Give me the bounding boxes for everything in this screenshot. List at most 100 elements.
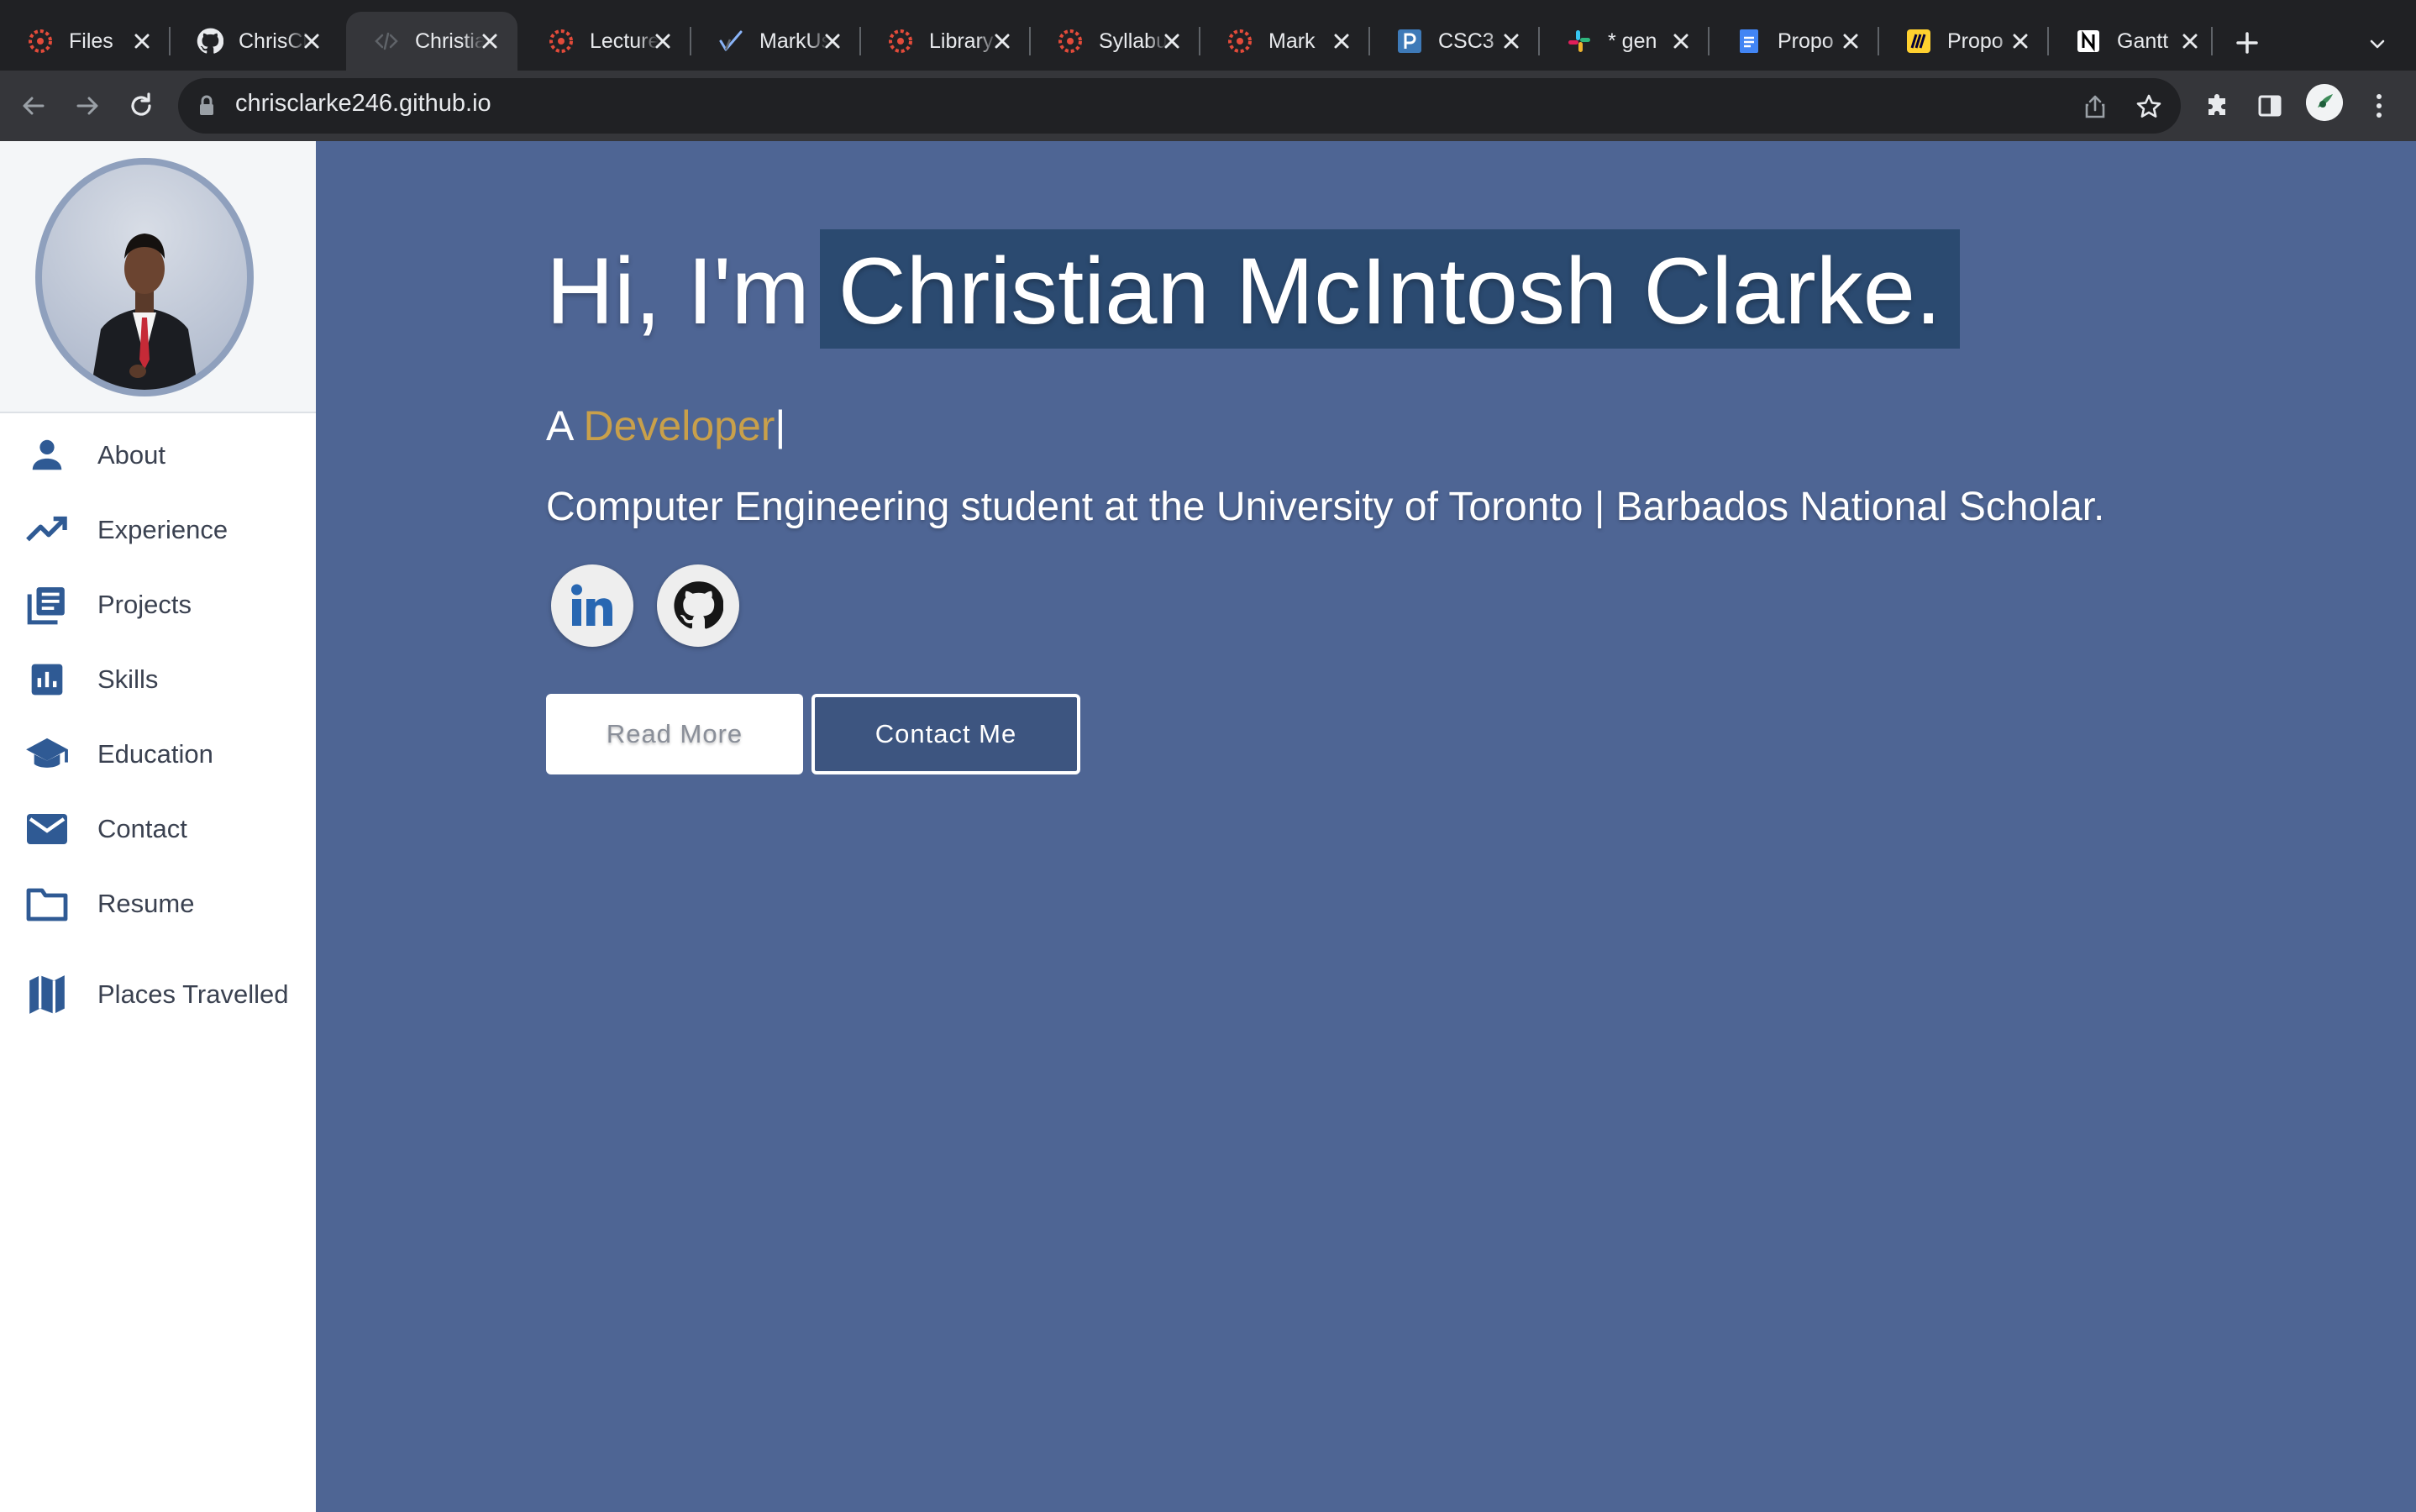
close-icon[interactable] xyxy=(1840,30,1862,52)
close-icon[interactable] xyxy=(1161,30,1183,52)
typing-cursor: | xyxy=(775,402,786,449)
share-icon[interactable] xyxy=(2078,90,2112,123)
sidebar-item-projects[interactable]: Projects xyxy=(0,568,316,642)
portfolio-page: About Experience Projects Skills Education Co… xyxy=(0,141,2416,1512)
docs-icon xyxy=(1736,28,1762,55)
tab-title: Lecture xyxy=(590,29,659,53)
canvas-icon xyxy=(887,28,914,55)
reload-icon xyxy=(131,92,151,116)
tab-title: Gantt xyxy=(2117,29,2169,53)
arrow-left-icon xyxy=(23,97,45,115)
github-icon xyxy=(197,28,223,55)
browser-tab[interactable]: Lecture xyxy=(521,12,691,71)
sidebar-item-label: Contact xyxy=(97,814,187,843)
tab-title: Mark xyxy=(1268,29,1316,53)
github-icon xyxy=(674,581,723,629)
sidebar-item-places-travelled[interactable]: Places Travelled xyxy=(0,958,316,1032)
browser-tab[interactable]: * gen xyxy=(1539,12,1709,71)
tab-title: CSC3 xyxy=(1438,29,1494,53)
sidebar-item-label: Skills xyxy=(97,664,159,694)
new-tab-button[interactable] xyxy=(2228,24,2266,62)
sidebar-item-skills[interactable]: Skills xyxy=(0,643,316,717)
extensions-puzzle-icon[interactable] xyxy=(2199,87,2236,124)
sidebar-item-label: Experience xyxy=(97,515,228,544)
hero-heading: Hi, I'm Christian McIntosh Clarke. xyxy=(546,229,1961,349)
contact-me-button[interactable]: Contact Me xyxy=(811,694,1080,774)
canvas-icon xyxy=(1057,28,1084,55)
notion-icon xyxy=(2075,28,2102,55)
bar-chart-icon xyxy=(24,656,71,703)
sidebar-item-label: Places Travelled xyxy=(97,979,289,1009)
browser-tab[interactable]: Christian xyxy=(346,12,517,71)
piazza-icon xyxy=(1396,28,1423,55)
sidebar-item-about[interactable]: About xyxy=(0,418,316,492)
close-icon[interactable] xyxy=(1500,30,1522,52)
library-books-icon xyxy=(24,581,71,628)
browser-toolbar: chrisclarke246.github.io xyxy=(0,71,2416,141)
close-icon[interactable] xyxy=(479,30,501,52)
map-icon xyxy=(24,971,71,1018)
github-link[interactable] xyxy=(657,564,739,647)
canvas-icon xyxy=(27,28,54,55)
close-icon[interactable] xyxy=(131,30,153,52)
miro-icon xyxy=(1905,28,1932,55)
kebab-menu-icon[interactable] xyxy=(2361,87,2398,124)
back-button[interactable] xyxy=(13,86,54,126)
forward-button[interactable] xyxy=(67,86,108,126)
tab-search-button[interactable] xyxy=(2361,27,2394,60)
close-icon[interactable] xyxy=(301,30,323,52)
person-icon xyxy=(24,432,71,479)
close-icon[interactable] xyxy=(2179,30,2201,52)
tab-title: Propo xyxy=(1947,29,2004,53)
tab-title: Files xyxy=(69,29,113,53)
url-text: chrisclarke246.github.io xyxy=(235,90,491,117)
browser-tab[interactable]: Files xyxy=(0,12,170,71)
side-panel-icon[interactable] xyxy=(2251,87,2288,124)
sidebar-item-label: Resume xyxy=(97,889,195,918)
sidebar-item-label: Education xyxy=(97,739,213,769)
close-icon[interactable] xyxy=(2009,30,2031,52)
close-icon[interactable] xyxy=(652,30,674,52)
browser-tab[interactable]: Propo xyxy=(1709,12,1878,71)
role-prefix: A xyxy=(546,402,572,449)
plus-icon xyxy=(2236,32,2258,54)
read-more-button[interactable]: Read More xyxy=(546,694,803,774)
browser-tab[interactable]: CSC3 xyxy=(1369,12,1539,71)
folder-icon xyxy=(24,880,71,927)
browser-tab[interactable]: Gantt xyxy=(2048,12,2218,71)
browser-tab[interactable]: Mark xyxy=(1200,12,1369,71)
lock-icon xyxy=(198,95,215,121)
reload-button[interactable] xyxy=(121,86,161,126)
profile-avatar[interactable] xyxy=(2306,84,2343,121)
slack-icon xyxy=(1566,28,1593,55)
sidebar-item-contact[interactable]: Contact xyxy=(0,792,316,866)
sidebar-item-education[interactable]: Education xyxy=(0,717,316,791)
tab-separator xyxy=(2211,27,2213,55)
profile-photo-section xyxy=(0,141,316,413)
browser-tab[interactable]: Syllabus xyxy=(1030,12,1200,71)
mail-icon xyxy=(24,806,71,853)
tab-title: Library xyxy=(929,29,994,53)
hero-name-highlight: Christian McIntosh Clarke. xyxy=(819,229,1961,349)
close-icon[interactable] xyxy=(1670,30,1692,52)
tab-title: ChrisClarke xyxy=(239,29,307,53)
hero-greeting: Hi, I'm xyxy=(546,239,810,344)
browser-tab[interactable]: ChrisClarke xyxy=(170,12,339,71)
sidebar-item-experience[interactable]: Experience xyxy=(0,493,316,567)
star-bookmark-icon[interactable] xyxy=(2132,90,2166,123)
sidebar-item-resume[interactable]: Resume xyxy=(0,867,316,941)
sidebar-item-label: Projects xyxy=(97,590,192,619)
linkedin-link[interactable] xyxy=(551,564,633,647)
profile-photo xyxy=(35,158,254,396)
address-bar[interactable]: chrisclarke246.github.io xyxy=(178,78,2181,134)
graduation-cap-icon xyxy=(24,731,71,778)
trending-up-icon xyxy=(24,507,71,554)
code-icon xyxy=(373,28,400,55)
close-icon[interactable] xyxy=(1331,30,1352,52)
close-icon[interactable] xyxy=(822,30,843,52)
close-icon[interactable] xyxy=(991,30,1013,52)
browser-tab[interactable]: MarkUs xyxy=(691,12,860,71)
browser-tab[interactable]: Library xyxy=(860,12,1030,71)
markus-icon xyxy=(717,28,744,55)
browser-tab[interactable]: Propo xyxy=(1878,12,2048,71)
